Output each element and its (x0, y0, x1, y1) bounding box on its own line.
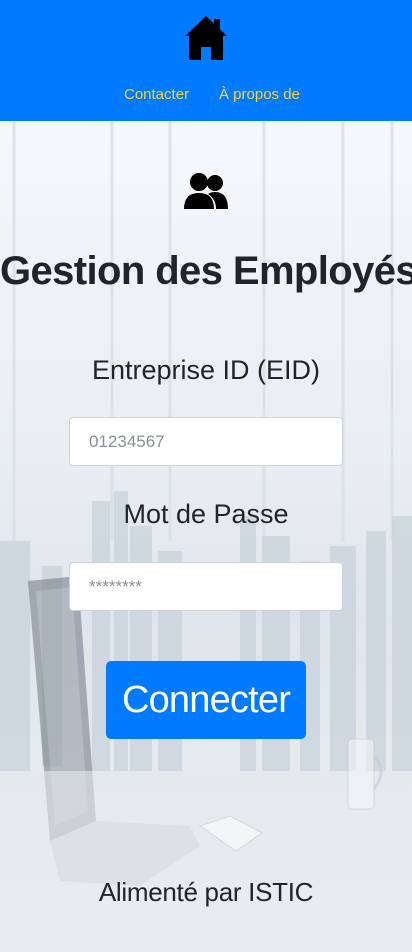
page-title: Gestion des Employés (0, 249, 412, 293)
nav-link-about[interactable]: À propos de (219, 86, 300, 103)
top-navbar: Contacter À propos de (0, 0, 412, 121)
nav-links: Contacter À propos de (0, 86, 412, 106)
footer-credit: Alimenté par ISTIC (98, 877, 314, 907)
users-icon (184, 173, 228, 209)
home-icon[interactable] (185, 16, 227, 60)
nav-link-contact[interactable]: Contacter (124, 86, 189, 103)
eid-input[interactable] (69, 417, 343, 466)
eid-label: Entreprise ID (EID) (91, 355, 321, 385)
password-label: Mot de Passe (123, 499, 289, 529)
login-panel: Gestion des Employés Entreprise ID (EID)… (0, 121, 412, 952)
connect-button[interactable]: Connecter (106, 661, 306, 739)
password-input[interactable] (69, 562, 343, 611)
